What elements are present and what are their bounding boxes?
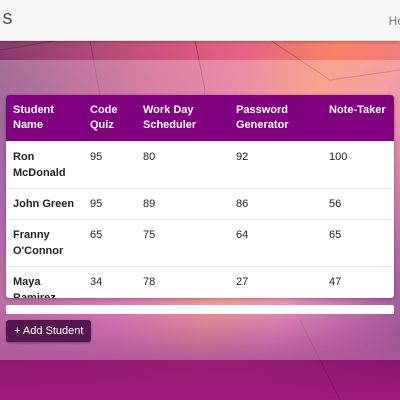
- header-code-quiz: Code Quiz: [90, 104, 118, 131]
- header-work-day-scheduler: Work Day Scheduler: [143, 104, 197, 131]
- table-row: John Green 95 89 86 56: [6, 188, 394, 220]
- score-cell: 47: [322, 266, 394, 298]
- table-header-row: Student Name Code Quiz Work Day Schedule…: [6, 95, 394, 142]
- score-cell: 27: [229, 266, 322, 298]
- header-note-taker: Note-Taker: [329, 104, 386, 116]
- empty-bar: [6, 305, 394, 314]
- score-cell: 92: [229, 141, 322, 189]
- student-name: John Green: [6, 188, 83, 220]
- navbar: ıs Ho: [0, 0, 400, 41]
- student-name: Ron McDonald: [6, 141, 83, 189]
- score-cell: 65: [83, 219, 136, 267]
- table-row: Maya Ramirez 34 78 27 47: [6, 266, 394, 298]
- score-cell: 100: [322, 141, 394, 189]
- score-cell: 89: [136, 188, 229, 220]
- score-cell: 95: [83, 188, 136, 220]
- score-cell: 64: [229, 219, 322, 267]
- header-student-name: Student Name: [13, 104, 54, 131]
- score-cell: 95: [83, 141, 136, 189]
- score-cell: 78: [136, 266, 229, 298]
- score-cell: 86: [229, 188, 322, 220]
- brand-logo[interactable]: ıs: [0, 7, 14, 30]
- student-name: Maya Ramirez: [6, 266, 83, 298]
- header-password-generator: Password Generator: [236, 104, 289, 131]
- table-row: Ron McDonald 95 80 92 100: [6, 141, 394, 189]
- table-row: Franny O'Connor 65 75 64 65: [6, 219, 394, 267]
- score-cell: 80: [136, 141, 229, 189]
- student-grades-table: Student Name Code Quiz Work Day Schedule…: [6, 95, 394, 298]
- add-student-button[interactable]: + Add Student: [6, 320, 92, 342]
- student-name: Franny O'Connor: [6, 219, 83, 267]
- score-cell: 34: [83, 266, 136, 298]
- score-cell: 56: [322, 188, 394, 220]
- score-cell: 65: [322, 219, 394, 267]
- score-cell: 75: [136, 219, 229, 267]
- nav-link-home[interactable]: Ho: [389, 14, 400, 28]
